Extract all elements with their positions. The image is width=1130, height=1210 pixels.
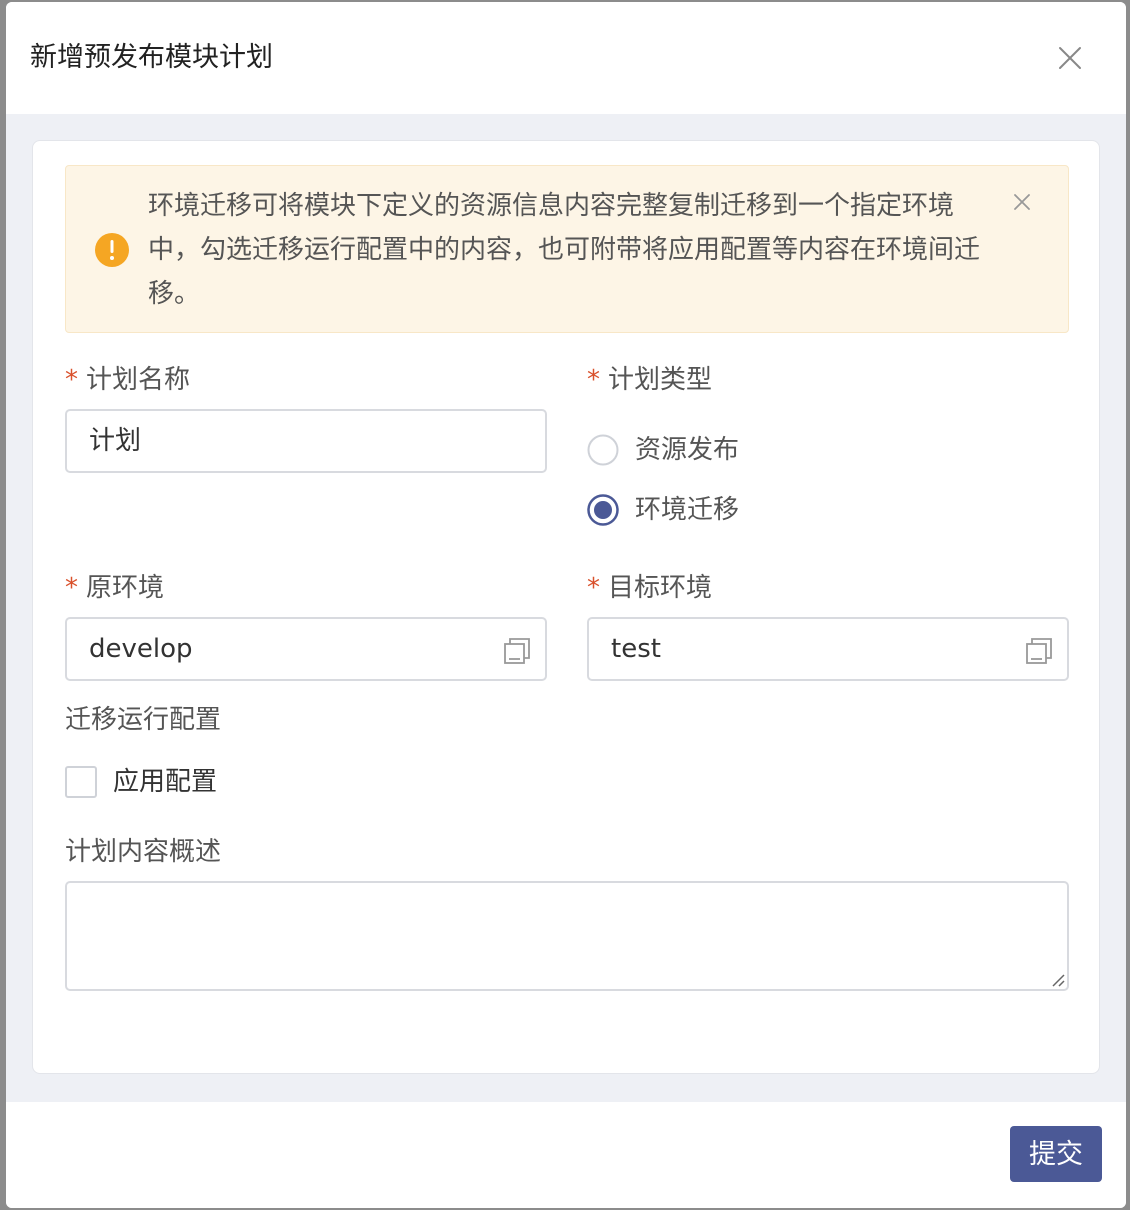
copy-icon[interactable]	[503, 637, 531, 665]
alert-close-icon[interactable]	[1010, 190, 1034, 214]
modal-dialog: 新增预发布模块计划 环境迁移可将模块下定义的资源信息内容完整复制迁移到一个指定环…	[6, 2, 1126, 1208]
plan-name-value: 计划	[89, 426, 142, 456]
radio-unchecked-icon	[587, 434, 619, 466]
alert-message: 环境迁移可将模块下定义的资源信息内容完整复制迁移到一个指定环境中，勾选迁移运行配…	[148, 191, 981, 309]
target-env-select[interactable]: test	[587, 617, 1069, 681]
source-env-label: * 原环境	[65, 571, 164, 605]
close-icon[interactable]	[1054, 42, 1086, 74]
plan-type-label-text: 计划类型	[608, 365, 713, 395]
target-env-value: test	[611, 634, 661, 664]
target-env-label: * 目标环境	[587, 571, 712, 605]
copy-icon[interactable]	[1025, 637, 1053, 665]
description-label: 计划内容概述	[65, 837, 222, 867]
modal-header: 新增预发布模块计划	[6, 2, 1126, 114]
radio-label: 资源发布	[635, 435, 740, 465]
plan-name-label: * 计划名称	[65, 363, 190, 397]
checkbox-box[interactable]	[65, 766, 97, 798]
required-mark: *	[587, 573, 600, 603]
radio-checked-icon	[587, 494, 619, 526]
warning-icon	[94, 232, 130, 268]
description-textarea[interactable]	[65, 881, 1069, 991]
info-alert: 环境迁移可将模块下定义的资源信息内容完整复制迁移到一个指定环境中，勾选迁移运行配…	[65, 165, 1069, 333]
source-env-value: develop	[89, 634, 193, 664]
plan-name-input[interactable]: 计划	[65, 409, 547, 473]
checkbox-label: 应用配置	[113, 767, 218, 797]
modal-title: 新增预发布模块计划	[30, 42, 273, 73]
source-env-select[interactable]: develop	[65, 617, 547, 681]
radio-label: 环境迁移	[635, 495, 740, 525]
modal-footer: 提交	[6, 1102, 1126, 1208]
plan-type-label: * 计划类型	[587, 363, 712, 397]
form-card: 环境迁移可将模块下定义的资源信息内容完整复制迁移到一个指定环境中，勾选迁移运行配…	[32, 140, 1100, 1074]
source-env-label-text: 原环境	[86, 573, 165, 603]
plan-name-label-text: 计划名称	[86, 365, 191, 395]
required-mark: *	[587, 365, 600, 395]
resize-handle-icon[interactable]	[1049, 971, 1065, 987]
required-mark: *	[65, 573, 78, 603]
migrate-config-label: 迁移运行配置	[65, 705, 222, 735]
submit-button[interactable]: 提交	[1010, 1126, 1102, 1182]
target-env-label-text: 目标环境	[608, 573, 713, 603]
required-mark: *	[65, 365, 78, 395]
